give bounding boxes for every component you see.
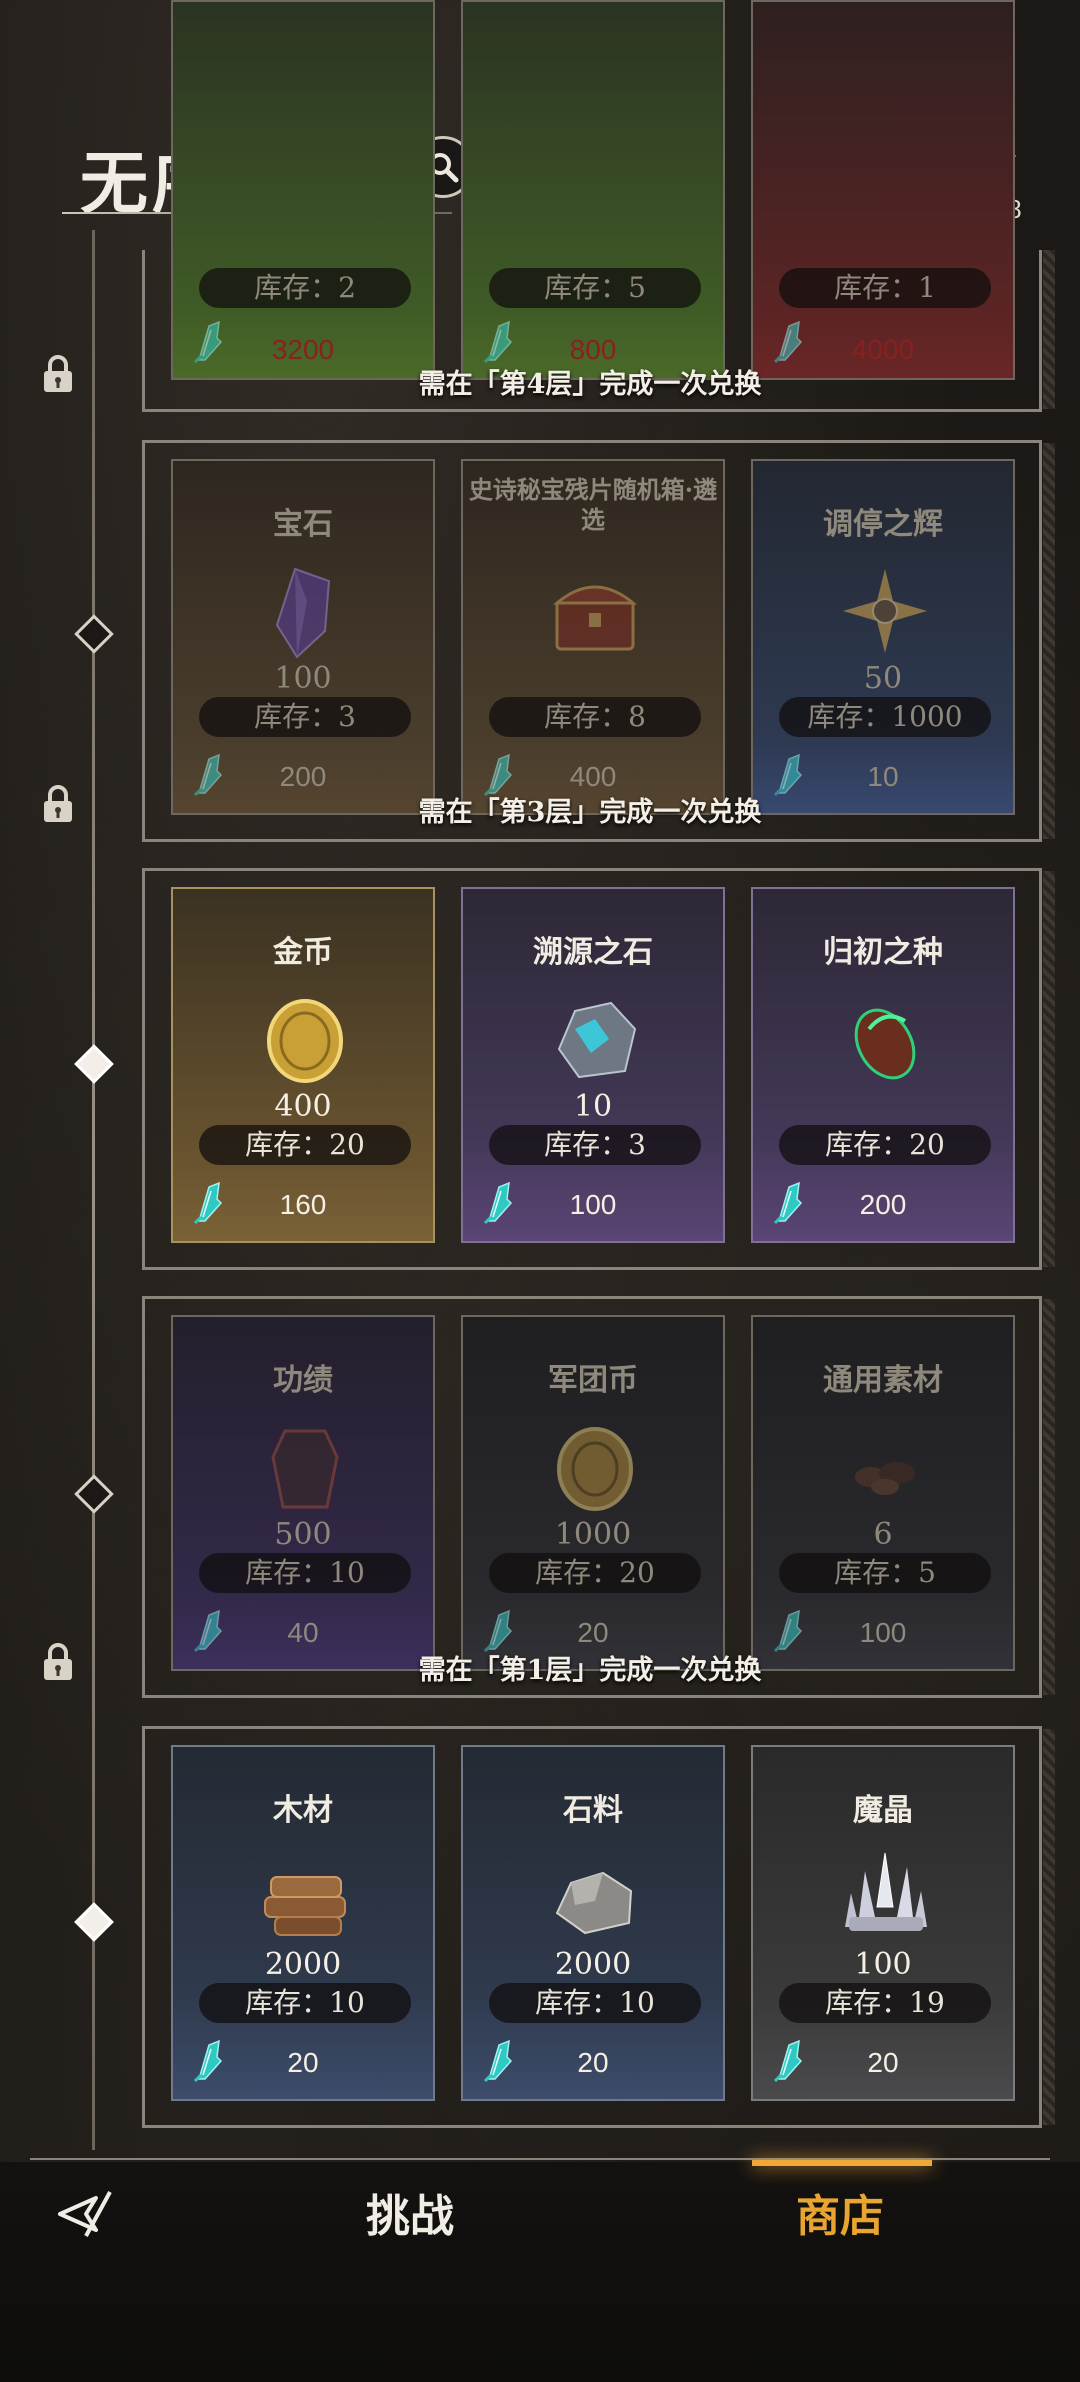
item-stock: 库存：8 bbox=[489, 697, 701, 737]
item-stock: 库存：3 bbox=[489, 1125, 701, 1165]
radiant-sigil-icon bbox=[843, 569, 927, 653]
item-stock: 库存：20 bbox=[489, 1553, 701, 1593]
tier-node bbox=[74, 614, 114, 654]
item-stock: 库存：20 bbox=[779, 1125, 991, 1165]
item-stock: 库存：5 bbox=[779, 1553, 991, 1593]
shop-item-card[interactable]: 木材 2000 库存：10 20 bbox=[171, 1745, 435, 2101]
origin-stone-icon bbox=[557, 1001, 637, 1079]
shop-item-card[interactable]: 归初之种 库存：20 200 bbox=[751, 887, 1015, 1243]
shop-item-card[interactable]: 库存：5 800 bbox=[461, 0, 725, 380]
shop-tier-3: 金币 400 库存：20 160 溯源之石 10 库存：3 100 归初之种 库… bbox=[142, 868, 1055, 1270]
item-stock: 库存：5 bbox=[489, 268, 701, 308]
shop-item-card[interactable]: 石料 2000 库存：10 20 bbox=[461, 1745, 725, 2101]
shop-item-card[interactable]: 史诗秘宝残片随机箱·遴选 库存：8 400 bbox=[461, 459, 725, 815]
tab-shop[interactable]: 商店 bbox=[796, 2180, 884, 2244]
item-name: 溯源之石 bbox=[533, 935, 653, 970]
shop-item-card[interactable]: 溯源之石 10 库存：3 100 bbox=[461, 887, 725, 1243]
item-quantity: 2000 bbox=[554, 1947, 632, 1982]
shop-item-card[interactable]: 军团币 1000 库存：20 20 bbox=[461, 1315, 725, 1671]
active-tab-indicator bbox=[752, 2160, 932, 2166]
item-price: 200 bbox=[859, 1189, 907, 1220]
progress-timeline bbox=[92, 230, 95, 2150]
item-stock: 库存：1 bbox=[779, 268, 991, 308]
treasure-chest-icon bbox=[552, 585, 638, 651]
gem-stone-icon bbox=[275, 567, 331, 659]
seed-of-origin-icon bbox=[854, 1008, 916, 1080]
shop-item-card[interactable]: 调停之辉 50 库存：1000 10 bbox=[751, 459, 1015, 815]
shop-item-card[interactable]: 金币 400 库存：20 160 bbox=[171, 887, 435, 1243]
tab-challenge[interactable]: 挑战 bbox=[366, 2180, 454, 2244]
shop-item-card[interactable]: 库存：2 3200 bbox=[171, 0, 435, 380]
tier-node-active bbox=[74, 1902, 114, 1942]
item-name: 石料 bbox=[563, 1793, 623, 1828]
item-quantity: 1000 bbox=[554, 1517, 632, 1552]
item-price: 160 bbox=[279, 1189, 327, 1220]
tier-node bbox=[74, 1474, 114, 1514]
item-price: 20 bbox=[867, 2047, 899, 2078]
item-stock: 库存：19 bbox=[779, 1983, 991, 2023]
item-stock: 库存：1000 bbox=[779, 697, 991, 737]
item-price: 400 bbox=[569, 761, 617, 792]
item-stock: 库存：10 bbox=[199, 1983, 411, 2023]
item-price: 20 bbox=[577, 2047, 609, 2078]
item-quantity: 2000 bbox=[264, 1947, 342, 1982]
item-price: 20 bbox=[577, 1617, 609, 1648]
shop-item-card[interactable]: 宝石 100 库存：3 200 bbox=[171, 459, 435, 815]
item-quantity: 100 bbox=[854, 1947, 912, 1982]
bottom-nav bbox=[0, 2162, 1080, 2382]
item-stock: 库存：10 bbox=[199, 1553, 411, 1593]
item-quantity: 500 bbox=[274, 1517, 332, 1552]
item-name: 宝石 bbox=[273, 507, 333, 542]
item-name: 通用素材 bbox=[823, 1363, 943, 1398]
item-price: 100 bbox=[569, 1189, 617, 1220]
item-stock: 库存：10 bbox=[489, 1983, 701, 2023]
item-price: 100 bbox=[859, 1617, 907, 1648]
shop-item-card[interactable]: 魔晶 100 库存：19 20 bbox=[751, 1745, 1015, 2101]
item-price: 20 bbox=[287, 2047, 319, 2078]
item-name: 功绩 bbox=[273, 1363, 333, 1398]
item-quantity: 6 bbox=[873, 1517, 893, 1552]
item-stock: 库存：2 bbox=[199, 268, 411, 308]
merit-armor-icon bbox=[271, 1429, 339, 1509]
item-name: 金币 bbox=[273, 935, 333, 970]
tier-node-active bbox=[74, 1044, 114, 1084]
wood-icon bbox=[264, 1876, 346, 1936]
back-icon[interactable] bbox=[56, 2184, 136, 2244]
item-name: 军团币 bbox=[548, 1363, 638, 1398]
item-name: 调停之辉 bbox=[823, 507, 943, 542]
item-quantity: 400 bbox=[274, 1089, 332, 1124]
shop-tier-4: 宝石 100 库存：3 200 史诗秘宝残片随机箱·遴选 库存：8 400 调停… bbox=[142, 440, 1055, 842]
unlock-requirement: 需在「第3层」完成一次兑换 bbox=[418, 797, 762, 828]
item-quantity: 100 bbox=[274, 661, 332, 696]
unlock-requirement: 需在「第4层」完成一次兑换 bbox=[418, 369, 762, 400]
item-name: 史诗秘宝残片随机箱·遴选 bbox=[468, 475, 718, 534]
shop-tier-2: 功绩 500 库存：10 40 军团币 1000 库存：20 20 通用素材 6… bbox=[142, 1296, 1055, 1698]
common-material-icon bbox=[855, 1462, 915, 1495]
item-quantity: 50 bbox=[863, 661, 903, 696]
unlock-requirement: 需在「第1层」完成一次兑换 bbox=[418, 1655, 762, 1686]
shop-tier-1: 木材 2000 库存：10 20 石料 2000 库存：10 20 魔晶 100… bbox=[142, 1726, 1055, 2128]
item-price: 10 bbox=[867, 761, 899, 792]
item-stock: 库存：20 bbox=[199, 1125, 411, 1165]
item-name: 魔晶 bbox=[853, 1793, 913, 1828]
magic-crystal-icon bbox=[845, 1852, 927, 1931]
item-name: 归初之种 bbox=[823, 935, 943, 970]
item-price: 200 bbox=[279, 761, 327, 792]
item-stock: 库存：3 bbox=[199, 697, 411, 737]
item-quantity: 10 bbox=[573, 1089, 613, 1124]
shop-item-card[interactable]: 通用素材 6 库存：5 100 bbox=[751, 1315, 1015, 1671]
legion-coin-icon bbox=[557, 1427, 633, 1511]
shop-item-card[interactable]: 库存：1 4000 bbox=[751, 0, 1015, 380]
item-price: 40 bbox=[287, 1617, 319, 1648]
shop-item-card[interactable]: 功绩 500 库存：10 40 bbox=[171, 1315, 435, 1671]
gold-coin-icon bbox=[267, 999, 343, 1083]
stone-icon bbox=[555, 1871, 633, 1935]
item-name: 木材 bbox=[273, 1793, 333, 1828]
